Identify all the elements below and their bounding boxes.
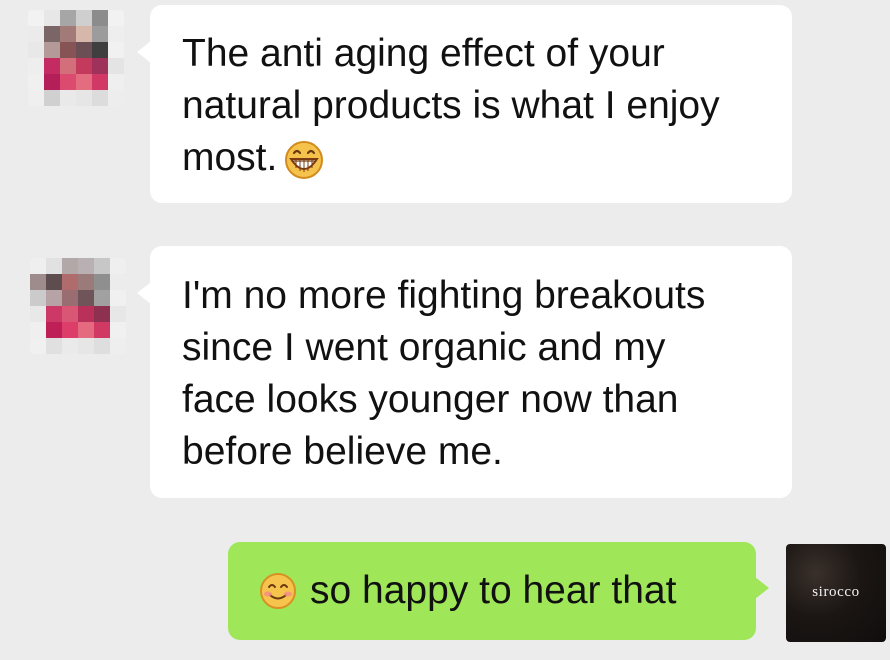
contact-avatar[interactable] bbox=[28, 10, 124, 106]
message-text: I'm no more fighting breakouts since I w… bbox=[182, 274, 706, 473]
smiling-face-emoji bbox=[258, 571, 298, 611]
incoming-message-bubble[interactable]: The anti aging effect of your natural pr… bbox=[137, 5, 792, 203]
chat-conversation: The anti aging effect of your natural pr… bbox=[0, 0, 890, 660]
grinning-face-emoji bbox=[283, 139, 325, 181]
message-text: so happy to hear that bbox=[310, 569, 677, 612]
self-avatar[interactable]: sirocco bbox=[786, 544, 886, 642]
contact-avatar[interactable] bbox=[30, 258, 126, 354]
incoming-message-bubble[interactable]: I'm no more fighting breakouts since I w… bbox=[137, 246, 792, 498]
message-text: The anti aging effect of your natural pr… bbox=[182, 32, 720, 179]
outgoing-message-bubble[interactable]: so happy to hear that bbox=[228, 542, 769, 640]
avatar-brand-text: sirocco bbox=[812, 584, 860, 600]
